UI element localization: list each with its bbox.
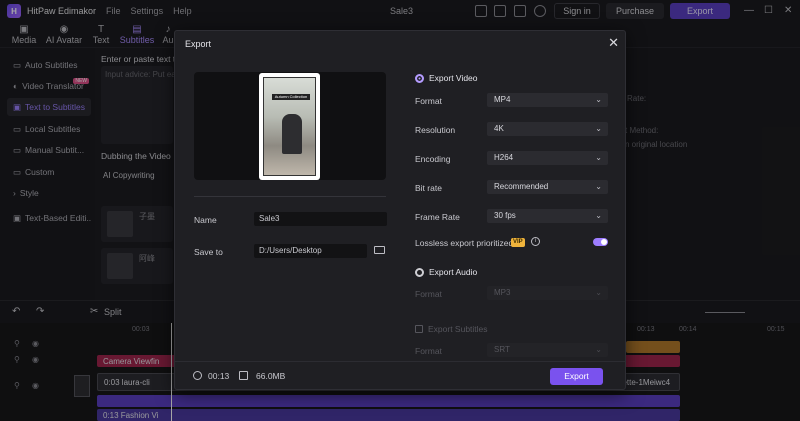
save-to-label: Save to bbox=[194, 247, 223, 257]
folder-icon[interactable] bbox=[374, 246, 385, 254]
encoding-label: Encoding bbox=[415, 154, 451, 164]
preview-image: Autumn Collection bbox=[263, 77, 316, 176]
subtitle-format-value: SRT bbox=[494, 345, 510, 354]
export-button[interactable]: Export bbox=[550, 368, 603, 385]
save-path-input[interactable]: D:/Users/Desktop bbox=[254, 244, 367, 258]
format-value: MP4 bbox=[494, 95, 511, 104]
subtitle-format-label: Format bbox=[415, 346, 442, 356]
file-size-text: 66.0MB bbox=[256, 371, 286, 381]
audio-format-select[interactable]: MP3 ⌄ bbox=[487, 286, 608, 300]
preview-banner: Autumn Collection bbox=[272, 94, 310, 100]
export-subtitles-option[interactable]: Export Subtitles bbox=[415, 324, 488, 334]
chevron-down-icon: ⌄ bbox=[595, 124, 602, 133]
resolution-select[interactable]: 4K ⌄ bbox=[487, 122, 608, 136]
file-size-icon bbox=[239, 371, 248, 380]
lossless-label: Lossless export prioritized bbox=[415, 238, 514, 248]
framerate-value: 30 fps bbox=[494, 211, 516, 220]
divider bbox=[194, 196, 386, 197]
framerate-label: Frame Rate bbox=[415, 212, 460, 222]
chevron-down-icon: ⌄ bbox=[595, 153, 602, 162]
preview-frame: Autumn Collection bbox=[259, 73, 320, 180]
dialog-title: Export bbox=[185, 39, 212, 49]
checkbox-icon bbox=[415, 325, 423, 333]
radio-selected-icon bbox=[415, 73, 424, 83]
radio-unselected-icon bbox=[415, 267, 424, 277]
chevron-down-icon: ⌄ bbox=[595, 182, 602, 191]
vip-badge: VIP bbox=[511, 238, 525, 247]
name-value: Sale3 bbox=[259, 214, 280, 223]
clock-icon bbox=[193, 371, 202, 380]
format-select[interactable]: MP4 ⌄ bbox=[487, 93, 608, 107]
export-video-label: Export Video bbox=[429, 73, 478, 83]
framerate-select[interactable]: 30 fps ⌄ bbox=[487, 209, 608, 223]
chevron-down-icon: ⌄ bbox=[595, 95, 602, 104]
format-label: Format bbox=[415, 96, 442, 106]
duration-text: 00:13 bbox=[208, 371, 230, 381]
info-icon[interactable]: i bbox=[531, 237, 540, 246]
export-subtitles-label: Export Subtitles bbox=[428, 324, 488, 334]
video-preview: Autumn Collection bbox=[194, 72, 386, 180]
close-icon[interactable]: ✕ bbox=[608, 35, 619, 51]
audio-format-value: MP3 bbox=[494, 288, 511, 297]
name-input[interactable]: Sale3 bbox=[254, 212, 387, 226]
chevron-down-icon: ⌄ bbox=[595, 345, 602, 354]
encoding-select[interactable]: H264 ⌄ bbox=[487, 151, 608, 165]
lossless-toggle[interactable] bbox=[593, 238, 608, 246]
resolution-value: 4K bbox=[494, 124, 504, 133]
resolution-label: Resolution bbox=[415, 125, 456, 135]
encoding-value: H264 bbox=[494, 153, 514, 162]
bitrate-value: Recommended bbox=[494, 182, 549, 191]
chevron-down-icon: ⌄ bbox=[595, 211, 602, 220]
bitrate-select[interactable]: Recommended ⌄ bbox=[487, 180, 608, 194]
export-audio-label: Export Audio bbox=[429, 267, 478, 277]
subtitle-format-select[interactable]: SRT ⌄ bbox=[487, 343, 608, 357]
export-video-option[interactable]: Export Video bbox=[415, 73, 478, 83]
export-audio-option[interactable]: Export Audio bbox=[415, 267, 477, 277]
save-path-value: D:/Users/Desktop bbox=[259, 246, 322, 255]
audio-format-label: Format bbox=[415, 289, 442, 299]
export-dialog: Export ✕ Autumn Collection Name Sale3 Sa… bbox=[174, 30, 626, 390]
bitrate-label: Bit rate bbox=[415, 183, 442, 193]
export-button-label: Export bbox=[564, 371, 589, 381]
dialog-footer: 00:13 66.0MB Export bbox=[175, 361, 625, 389]
chevron-down-icon: ⌄ bbox=[595, 288, 602, 297]
name-label: Name bbox=[194, 215, 217, 225]
preview-person bbox=[282, 114, 302, 154]
toggle-knob bbox=[601, 239, 607, 245]
